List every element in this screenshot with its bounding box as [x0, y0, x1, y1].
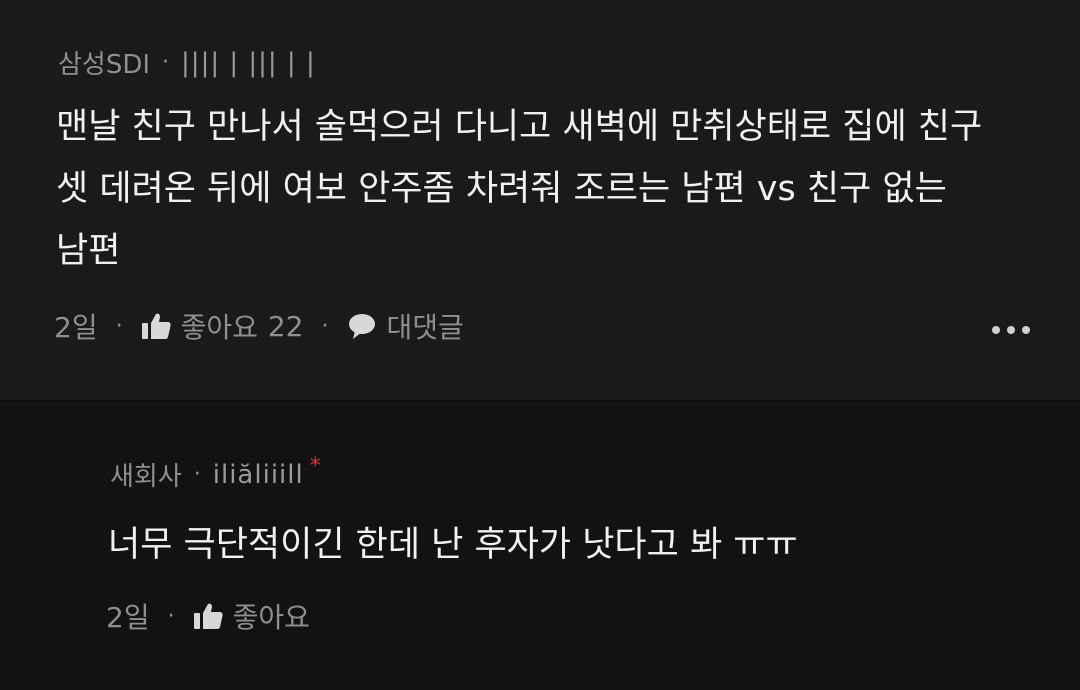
comment-body: 맨날 친구 만나서 술먹으러 다니고 새벽에 만취상태로 집에 친구 셋 데려온… [56, 96, 982, 282]
meta-separator: · [193, 462, 201, 487]
actions-separator: · [115, 313, 123, 339]
thumbs-up-icon [141, 312, 171, 340]
dot [992, 326, 1000, 334]
comment-author[interactable]: 삼성SDI [58, 44, 150, 81]
comment-handle[interactable]: |||| | ||| | | [181, 48, 316, 78]
comment-meta: 삼성SDI · |||| | ||| | | [58, 44, 316, 81]
actions-separator: · [167, 603, 175, 629]
reply-actions: 2일 · 좋아요 [106, 596, 310, 636]
reply-label: 대댓글 [386, 311, 464, 344]
reply-time: 2일 [106, 601, 150, 634]
author-badge: * [309, 454, 321, 479]
like-button[interactable]: 좋아요 22 [141, 306, 304, 346]
comment-line: 남편 [56, 231, 121, 271]
comment-card: 삼성SDI · |||| | ||| | | 맨날 친구 만나서 술먹으러 다니… [0, 0, 1080, 402]
reply-author[interactable]: 새회사 [110, 456, 182, 493]
meta-separator: · [162, 50, 170, 75]
comment-line: 맨날 친구 만나서 술먹으러 다니고 새벽에 만취상태로 집에 친구 [56, 107, 983, 147]
more-dots-icon[interactable] [992, 326, 1030, 334]
dot [1007, 326, 1015, 334]
reply-card: 새회사 · iliăliiill * 너무 극단적이긴 한데 난 후자가 낫다고… [0, 402, 1080, 690]
actions-separator: · [321, 313, 329, 339]
comment-time: 2일 [54, 311, 98, 344]
comment-line: 셋 데려온 뒤에 여보 안주좀 차려줘 조르는 남편 vs 친구 없는 [56, 169, 947, 209]
like-label: 좋아요 [232, 601, 310, 634]
like-count: 22 [267, 309, 304, 343]
reply-meta: 새회사 · iliăliiill * [110, 454, 321, 493]
reply-button[interactable]: 대댓글 [347, 306, 464, 346]
comment-actions: 2일 · 좋아요 22 · 대댓글 [54, 306, 464, 346]
comment-thread: 삼성SDI · |||| | ||| | | 맨날 친구 만나서 술먹으러 다니… [0, 0, 1080, 690]
reply-text: 너무 극단적이긴 한데 난 후자가 낫다고 봐 ㅠㅠ [108, 525, 798, 565]
thumbs-up-icon [193, 602, 223, 630]
reply-body: 너무 극단적이긴 한데 난 후자가 낫다고 봐 ㅠㅠ [108, 514, 798, 576]
reply-like-button[interactable]: 좋아요 [193, 596, 310, 636]
dot [1022, 326, 1030, 334]
speech-bubble-icon [347, 312, 377, 340]
like-label: 좋아요 [180, 311, 258, 344]
reply-handle[interactable]: iliăliiill [213, 460, 304, 490]
